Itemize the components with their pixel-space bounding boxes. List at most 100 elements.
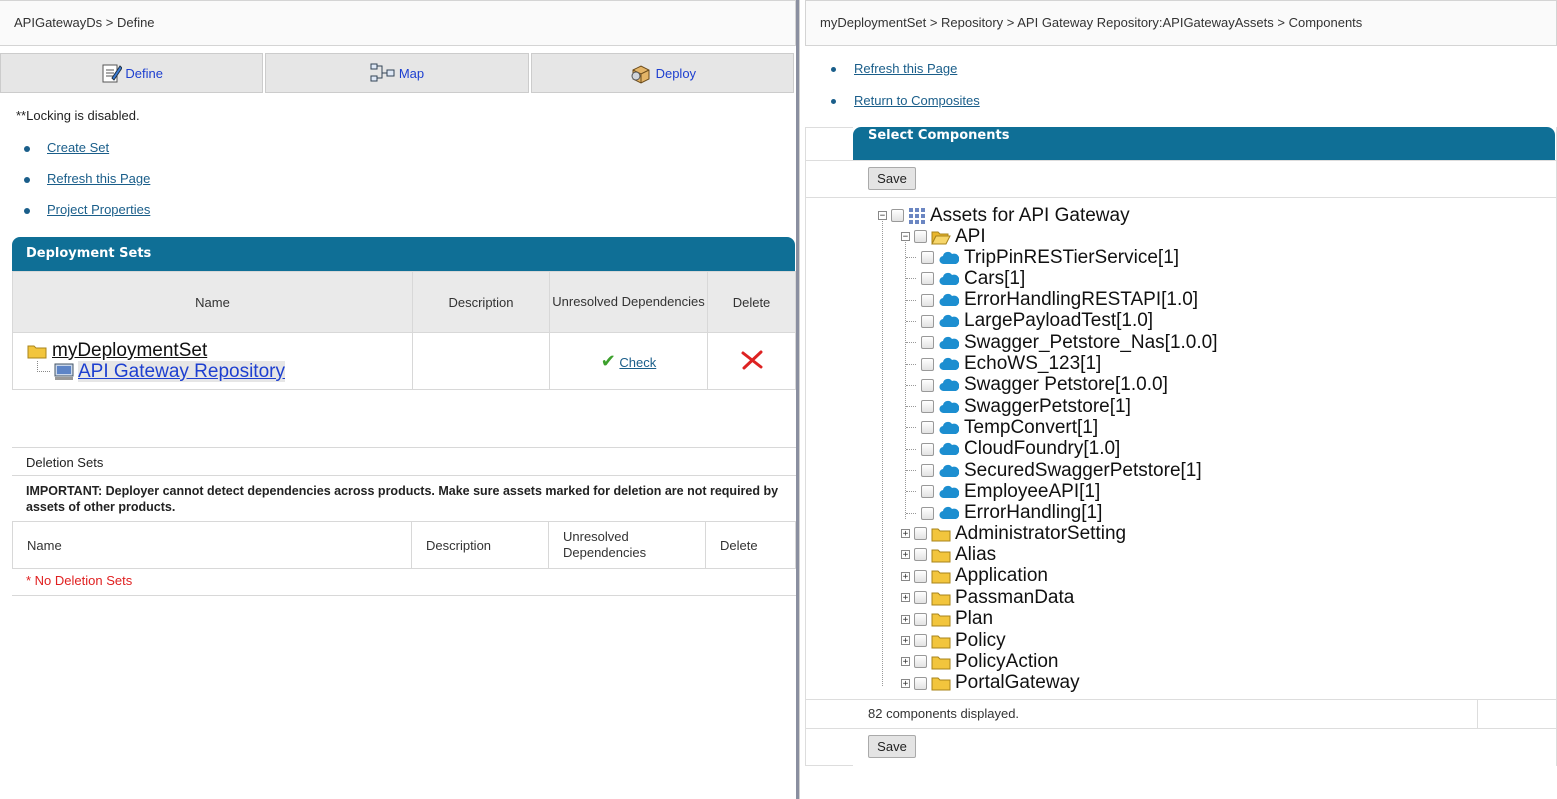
- item-label[interactable]: EmployeeAPI[1]: [964, 481, 1100, 503]
- folder-checkbox[interactable]: [914, 634, 927, 647]
- refresh-page-link[interactable]: Refresh this Page: [47, 171, 150, 186]
- cloud-icon: [939, 315, 959, 328]
- tree-item: LargePayloadTest[1.0]: [906, 310, 1153, 332]
- folder-checkbox[interactable]: [914, 569, 927, 583]
- folder-icon: [931, 677, 951, 691]
- expand-icon[interactable]: +: [901, 529, 910, 539]
- expand-icon[interactable]: +: [901, 550, 910, 560]
- item-label[interactable]: SwaggerPetstore[1]: [964, 396, 1131, 418]
- folder-label[interactable]: PassmanData: [955, 587, 1074, 609]
- expand-icon[interactable]: +: [901, 636, 910, 646]
- folder-label[interactable]: Application: [955, 565, 1048, 587]
- name-cell: myDeploymentSet API Gateway Repository: [12, 332, 413, 390]
- folder-checkbox[interactable]: [914, 591, 927, 605]
- tree-folder: + Application: [894, 565, 1048, 587]
- column-header-description: Description: [411, 521, 549, 569]
- item-checkbox[interactable]: [921, 421, 934, 435]
- tree-connector: [906, 470, 916, 471]
- folder-label[interactable]: API: [955, 226, 986, 248]
- tree-connector: [906, 512, 916, 514]
- item-checkbox[interactable]: [921, 464, 934, 477]
- save-button-bottom[interactable]: Save: [868, 735, 916, 758]
- expand-icon[interactable]: +: [901, 678, 910, 688]
- tab-deploy-label[interactable]: Deploy: [656, 66, 696, 81]
- delete-icon[interactable]: [741, 350, 763, 370]
- item-checkbox[interactable]: [921, 378, 934, 392]
- create-set-link[interactable]: Create Set: [47, 140, 109, 155]
- folder-label[interactable]: Alias: [955, 544, 996, 566]
- tree-guide: [905, 237, 906, 519]
- item-label[interactable]: ErrorHandlingRESTAPI[1.0]: [964, 289, 1198, 311]
- folder-checkbox[interactable]: [914, 548, 927, 562]
- item-checkbox[interactable]: [921, 314, 934, 328]
- repository-icon: [54, 363, 74, 380]
- expand-icon[interactable]: +: [901, 571, 910, 581]
- folder-label[interactable]: PortalGateway: [955, 672, 1080, 694]
- item-checkbox[interactable]: [921, 357, 934, 371]
- item-label[interactable]: ErrorHandling[1]: [964, 502, 1102, 524]
- folder-label[interactable]: PolicyAction: [955, 651, 1059, 673]
- item-checkbox[interactable]: [921, 251, 934, 264]
- item-label[interactable]: TempConvert[1]: [964, 417, 1098, 439]
- expand-icon[interactable]: +: [901, 657, 910, 667]
- deployment-sets-table: Name Description Unresolved Dependencies…: [12, 271, 796, 390]
- cloud-icon: [939, 379, 959, 392]
- cloud-icon: [939, 464, 959, 477]
- folder-icon: [931, 570, 951, 584]
- tree-connector: [906, 406, 916, 408]
- column-header-unresolved: Unresolved Dependencies: [548, 521, 706, 569]
- expand-icon[interactable]: +: [901, 593, 910, 603]
- refresh-page-link[interactable]: Refresh this Page: [854, 61, 957, 76]
- root-checkbox[interactable]: [891, 209, 904, 222]
- item-label[interactable]: LargePayloadTest[1.0]: [964, 310, 1153, 332]
- tab-define[interactable]: Define: [0, 53, 264, 93]
- folder-checkbox[interactable]: [914, 612, 927, 626]
- tab-define-label[interactable]: Define: [125, 66, 163, 81]
- item-checkbox[interactable]: [921, 293, 934, 307]
- map-icon: [370, 63, 395, 82]
- tab-map-label[interactable]: Map: [399, 66, 424, 81]
- folder-label[interactable]: Plan: [955, 608, 993, 630]
- item-checkbox[interactable]: [921, 336, 934, 350]
- tab-deploy[interactable]: Deploy: [530, 53, 794, 93]
- folder-checkbox[interactable]: [914, 527, 927, 540]
- item-checkbox[interactable]: [921, 485, 934, 499]
- item-checkbox[interactable]: [921, 442, 934, 456]
- folder-checkbox[interactable]: [914, 655, 927, 669]
- item-label[interactable]: SecuredSwaggerPetstore[1]: [964, 460, 1202, 482]
- deployment-sets-header: Deployment Sets: [12, 237, 795, 271]
- folder-label[interactable]: AdministratorSetting: [955, 523, 1126, 545]
- list-item: Create Set: [24, 140, 150, 171]
- collapse-icon[interactable]: −: [901, 232, 910, 242]
- item-label[interactable]: Swagger Petstore[1.0.0]: [964, 374, 1168, 396]
- check-link[interactable]: Check: [619, 355, 656, 370]
- deployment-set-link[interactable]: myDeploymentSet: [52, 340, 207, 361]
- item-label[interactable]: EchoWS_123[1]: [964, 353, 1101, 375]
- item-label[interactable]: Swagger_Petstore_Nas[1.0.0]: [964, 332, 1218, 354]
- collapse-icon[interactable]: −: [878, 211, 887, 221]
- item-label[interactable]: Cars[1]: [964, 268, 1025, 290]
- action-links: Create Set Refresh this Page Project Pro…: [24, 140, 150, 233]
- tree-connector: [906, 427, 916, 429]
- tab-map[interactable]: Map: [265, 53, 529, 93]
- tree-connector: [906, 491, 916, 493]
- item-checkbox[interactable]: [921, 400, 934, 414]
- bullet: [24, 208, 30, 214]
- item-checkbox[interactable]: [921, 272, 934, 286]
- return-to-composites-link[interactable]: Return to Composites: [854, 93, 980, 108]
- expand-icon[interactable]: +: [901, 614, 910, 624]
- repository-link[interactable]: API Gateway Repository: [78, 361, 285, 382]
- save-button-top[interactable]: Save: [868, 167, 916, 190]
- bullet: [831, 99, 836, 104]
- folder-icon: [931, 528, 951, 541]
- item-label[interactable]: CloudFoundry[1.0]: [964, 438, 1120, 460]
- cloud-icon: [939, 336, 959, 349]
- folder-checkbox[interactable]: [914, 676, 927, 690]
- column-header-delete: Delete: [705, 521, 796, 569]
- folder-checkbox[interactable]: [914, 230, 927, 243]
- folder-label[interactable]: Policy: [955, 630, 1006, 652]
- project-properties-link[interactable]: Project Properties: [47, 202, 150, 217]
- root-label[interactable]: Assets for API Gateway: [930, 205, 1130, 227]
- item-label[interactable]: TripPinRESTierService[1]: [964, 247, 1179, 269]
- item-checkbox[interactable]: [921, 506, 934, 520]
